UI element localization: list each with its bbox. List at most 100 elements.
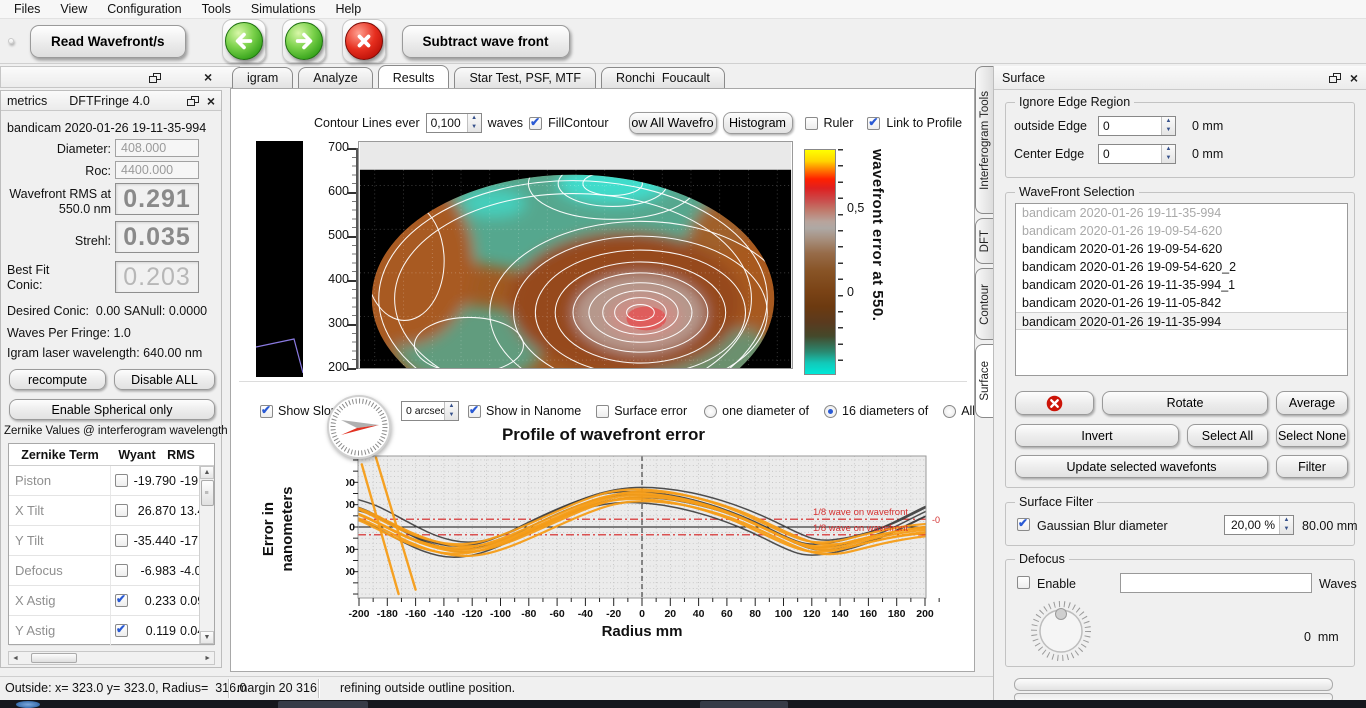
scroll-down-icon[interactable]: ▼ xyxy=(200,631,214,644)
profile-chart[interactable]: -200-180-160-140-120-100-80-60-40-200204… xyxy=(346,451,946,647)
scroll-left-icon[interactable]: ◄ xyxy=(9,655,19,662)
rotate-button[interactable]: Rotate xyxy=(1102,391,1268,415)
float-icon[interactable] xyxy=(1329,73,1340,83)
defocus-waves-input[interactable] xyxy=(1120,573,1312,593)
zernike-vscrollbar[interactable]: ▲ ≡ ▼ xyxy=(199,466,214,644)
spin-up-icon[interactable]: ▲ xyxy=(468,114,481,123)
one-diameter-radio[interactable] xyxy=(704,405,717,418)
show-all-wavefronts-button[interactable]: ow All Wavefro xyxy=(629,112,717,134)
select-none-button[interactable]: Select None xyxy=(1276,424,1348,447)
wavefront-list-item[interactable]: bandicam 2020-01-26 19-09-54-620 xyxy=(1016,222,1347,240)
previous-wavefront-button[interactable] xyxy=(222,19,266,63)
zernike-enable-checkbox[interactable] xyxy=(115,594,128,607)
taskbar-item[interactable] xyxy=(278,701,368,708)
spin-down-icon[interactable]: ▼ xyxy=(1162,154,1175,163)
delete-wavefront-button[interactable] xyxy=(342,19,386,63)
zernike-enable-checkbox[interactable] xyxy=(115,564,128,577)
float-icon[interactable] xyxy=(149,73,160,83)
menu-view[interactable]: View xyxy=(50,0,97,18)
zernike-hscrollbar[interactable]: ◄ ► xyxy=(8,651,215,665)
wavefront-list-item[interactable]: bandicam 2020-01-26 19-11-35-994 xyxy=(1016,204,1347,222)
disable-all-button[interactable]: Disable ALL xyxy=(114,369,215,390)
zernike-table[interactable]: Zernike Term Wyant RMS Piston-19.790-19.… xyxy=(8,443,215,645)
menu-configuration[interactable]: Configuration xyxy=(97,0,191,18)
spin-down-icon[interactable]: ▼ xyxy=(468,123,481,132)
profile-angle-dial[interactable] xyxy=(326,394,392,460)
app-icon-button[interactable] xyxy=(8,38,14,44)
read-wavefronts-button[interactable]: Read Wavefront/s xyxy=(30,25,186,58)
close-icon[interactable]: × xyxy=(207,96,215,106)
wavefront-list[interactable]: bandicam 2020-01-26 19-11-35-994bandicam… xyxy=(1015,203,1348,376)
wavefront-list-item[interactable]: bandicam 2020-01-26 19-11-35-994 xyxy=(1016,312,1347,330)
tab-igram[interactable]: igram xyxy=(232,67,293,88)
show-in-nanometers-checkbox[interactable] xyxy=(468,405,481,418)
spin-up-icon[interactable]: ▲ xyxy=(1162,145,1175,154)
wavefront-contour-plot[interactable] xyxy=(358,141,793,369)
tab-analyze[interactable]: Analyze xyxy=(298,67,372,88)
start-orb-icon[interactable] xyxy=(16,701,40,708)
tab-star-test-psf-mtf[interactable]: Star Test, PSF, MTF xyxy=(454,67,596,88)
menu-help[interactable]: Help xyxy=(325,0,371,18)
select-all-button[interactable]: Select All xyxy=(1187,424,1268,447)
invert-button[interactable]: Invert xyxy=(1015,424,1179,447)
zernike-enable-checkbox[interactable] xyxy=(115,504,128,517)
fillcontour-checkbox[interactable] xyxy=(529,117,542,130)
side-tab-surface[interactable]: Surface xyxy=(975,344,993,418)
close-icon[interactable]: × xyxy=(204,72,212,82)
side-tab-dft[interactable]: DFT xyxy=(975,218,993,264)
scroll-thumb[interactable]: ≡ xyxy=(201,480,214,506)
zernike-enable-checkbox[interactable] xyxy=(115,534,128,547)
diameter-field[interactable]: 408.000 xyxy=(115,139,199,157)
show-slope-checkbox[interactable] xyxy=(260,405,273,418)
side-tab-contour[interactable]: Contour xyxy=(975,268,993,340)
side-tab-interferogram-tools[interactable]: Interferogram Tools xyxy=(975,66,993,214)
gaussian-percent-spinner[interactable]: 20,00 % ▲▼ xyxy=(1224,515,1294,535)
next-wavefront-button[interactable] xyxy=(282,19,326,63)
spin-down-icon[interactable]: ▼ xyxy=(1280,525,1293,534)
wavefront-list-item[interactable]: bandicam 2020-01-26 19-09-54-620_2 xyxy=(1016,258,1347,276)
histogram-button[interactable]: Histogram xyxy=(723,112,793,134)
wavefront-list-item[interactable]: bandicam 2020-01-26 19-09-54-620 xyxy=(1016,240,1347,258)
menu-tools[interactable]: Tools xyxy=(192,0,241,18)
scroll-up-icon[interactable]: ▲ xyxy=(200,466,214,479)
spin-down-icon[interactable]: ▼ xyxy=(445,411,458,420)
update-selected-button[interactable]: Update selected wavefonts xyxy=(1015,455,1268,478)
enable-spherical-only-button[interactable]: Enable Spherical only xyxy=(9,399,215,420)
menu-simulations[interactable]: Simulations xyxy=(241,0,326,18)
wavefront-list-item[interactable]: bandicam 2020-01-26 19-11-35-994_1 xyxy=(1016,276,1347,294)
delete-selected-button[interactable] xyxy=(1015,391,1094,415)
defocus-enable-checkbox[interactable] xyxy=(1017,576,1030,589)
roc-field[interactable]: 4400.000 xyxy=(115,161,199,179)
close-icon[interactable]: × xyxy=(1350,73,1358,83)
outside-edge-spinner[interactable]: 0 ▲▼ xyxy=(1098,116,1176,136)
scroll-right-icon[interactable]: ► xyxy=(204,655,214,662)
slope-spinner[interactable]: 0 arcseco ▲▼ xyxy=(401,401,459,421)
spin-up-icon[interactable]: ▲ xyxy=(1280,516,1293,525)
average-button[interactable]: Average xyxy=(1276,391,1348,415)
float-icon[interactable] xyxy=(187,96,198,106)
all-wavefronts-radio[interactable] xyxy=(943,405,956,418)
spin-up-icon[interactable]: ▲ xyxy=(445,402,458,411)
link-to-profile-checkbox[interactable] xyxy=(867,117,880,130)
sixteen-diameters-radio[interactable] xyxy=(824,405,837,418)
recompute-button[interactable]: recompute xyxy=(9,369,106,390)
taskbar-item[interactable] xyxy=(700,701,788,708)
contour-interval-spinner[interactable]: 0,100 ▲▼ xyxy=(426,113,482,133)
subtract-wavefront-button[interactable]: Subtract wave front xyxy=(402,25,570,58)
gaussian-blur-checkbox[interactable] xyxy=(1017,518,1030,531)
tab-ronchi-foucault[interactable]: Ronchi Foucault xyxy=(601,67,725,88)
surface-error-checkbox[interactable] xyxy=(596,405,609,418)
menu-files[interactable]: Files xyxy=(4,0,50,18)
metrics-titlebar[interactable]: metrics DFTFringe 4.0 × xyxy=(1,91,221,111)
defocus-knob[interactable] xyxy=(1018,600,1104,662)
ruler-checkbox[interactable] xyxy=(805,117,818,130)
spin-up-icon[interactable]: ▲ xyxy=(1162,117,1175,126)
zernike-enable-checkbox[interactable] xyxy=(115,624,128,637)
scroll-thumb[interactable] xyxy=(31,653,77,663)
surface-titlebar[interactable]: Surface × xyxy=(994,66,1366,90)
tab-results[interactable]: Results xyxy=(378,65,450,88)
center-edge-spinner[interactable]: 0 ▲▼ xyxy=(1098,144,1176,164)
spin-down-icon[interactable]: ▼ xyxy=(1162,126,1175,135)
wavefront-list-item[interactable]: bandicam 2020-01-26 19-11-05-842 xyxy=(1016,294,1347,312)
zernike-enable-checkbox[interactable] xyxy=(115,474,128,487)
